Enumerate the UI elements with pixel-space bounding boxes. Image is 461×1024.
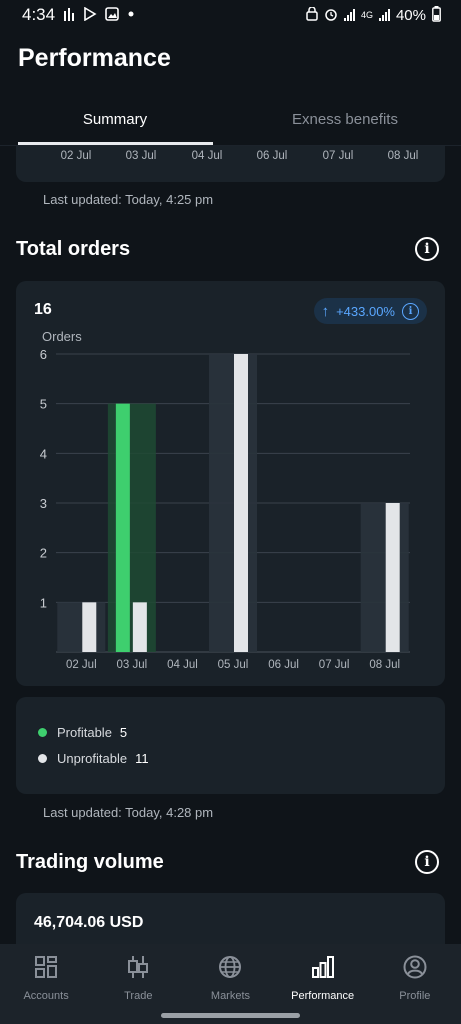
bar-background (57, 602, 106, 652)
bar-background (360, 503, 409, 652)
nav-label: Trade (124, 990, 153, 1002)
legend-dot-unprofitable (38, 754, 47, 763)
trading-volume-value: 46,704.06 USD (34, 914, 144, 931)
nav-label: Profile (399, 990, 431, 1002)
total-orders-card: Orders 1 2 3 4 5 6 02 Jul 03 Jul 04 Jul 05 Jul 06 J… (16, 281, 445, 686)
legend-item-profitable: Profitable 5 (38, 725, 127, 740)
nav-label: Performance (291, 990, 355, 1002)
tab-summary[interactable]: Summary (0, 100, 230, 146)
status-right: 4G 40% (306, 5, 441, 25)
x-tick-label: 06 Jul (268, 659, 299, 671)
notification-dot-icon (127, 7, 135, 24)
x-tick-label: 05 Jul (218, 659, 249, 671)
last-updated-orders: Last updated: Today, 4:28 pm (43, 805, 214, 820)
arrow-up-icon: ↑ (321, 302, 330, 320)
tab-bar: Summary Exness benefits (0, 100, 461, 146)
alarm-icon (324, 7, 338, 24)
status-time: 4:34 (22, 5, 56, 24)
status-bar: 4:34 4G 40% (0, 0, 461, 30)
x-tick-label: 03 Jul (117, 659, 148, 671)
home-indicator (161, 1013, 300, 1018)
signal-strength-2-icon (378, 9, 390, 21)
y-tick-label: 5 (40, 397, 47, 412)
status-left: 4:34 (22, 5, 135, 25)
bar-background (209, 354, 257, 652)
change-value: +433.00% (336, 303, 395, 319)
legend-item-unprofitable: Unprofitable 11 (38, 751, 149, 766)
battery-percent: 40% (395, 6, 426, 24)
globe-icon (219, 956, 242, 978)
legend-label: Profitable (57, 725, 112, 740)
trading-volume-info-icon[interactable]: i (415, 850, 439, 874)
y-tick-label: 2 (40, 546, 47, 561)
gallery-icon (105, 6, 119, 24)
x-tick-label: 02 Jul (66, 659, 97, 671)
orders-total: 16 (34, 301, 52, 318)
bar-unprofitable (234, 354, 248, 652)
x-tick-label: 07 Jul (319, 659, 350, 671)
y-tick-label: 6 (40, 347, 47, 362)
nav-accounts[interactable]: Accounts (0, 944, 92, 1024)
trading-volume-title: Trading volume (16, 851, 164, 873)
previous-chart-card: 02 Jul 03 Jul 04 Jul 06 Jul 07 Jul 08 Ju… (16, 146, 445, 182)
bar-profitable (115, 403, 130, 652)
axis-label: 07 Jul (322, 150, 354, 162)
signal-app-icon (63, 7, 75, 24)
network-type: 4G (360, 9, 373, 20)
total-orders-info-icon[interactable]: i (415, 237, 439, 261)
axis-label: 02 Jul (60, 150, 92, 162)
bottom-navigation: Accounts Trade Markets Performance Profi… (0, 944, 461, 1024)
nav-trade[interactable]: Trade (92, 944, 184, 1024)
legend-count: 5 (119, 725, 128, 740)
axis-label: 04 Jul (191, 150, 223, 162)
app-lock-icon (306, 5, 318, 24)
y-tick-label: 1 (40, 595, 47, 610)
last-updated-previous: Last updated: Today, 4:25 pm (43, 192, 214, 207)
bar-background (107, 403, 156, 652)
nav-profile[interactable]: Profile (369, 944, 461, 1024)
axis-label: 03 Jul (125, 150, 157, 162)
trade-icon (128, 956, 149, 978)
profile-icon (403, 955, 427, 979)
change-info-icon: i (402, 302, 419, 320)
nav-label: Markets (210, 990, 251, 1002)
axis-label: 06 Jul (256, 150, 288, 162)
performance-icon (311, 956, 334, 978)
orders-chart: Orders 1 2 3 4 5 6 02 Jul 03 Jul 04 Jul 05 Jul 06 J… (40, 329, 410, 671)
legend-label: Unprofitable (57, 751, 128, 766)
bar-unprofitable (385, 503, 400, 652)
orders-legend-card: Profitable 5 Unprofitable 11 (16, 697, 445, 794)
nav-performance[interactable]: Performance (277, 944, 369, 1024)
legend-dot-profitable (38, 728, 47, 737)
page-title: Performance (18, 44, 171, 72)
accounts-icon (35, 956, 58, 978)
nav-markets[interactable]: Markets (184, 944, 276, 1024)
play-store-icon (83, 6, 97, 24)
x-tick-label: 08 Jul (369, 659, 400, 671)
y-tick-label: 3 (40, 496, 47, 511)
bar-unprofitable (82, 602, 97, 652)
y-tick-label: 4 (40, 446, 47, 461)
x-tick-label: 04 Jul (167, 659, 198, 671)
legend-count: 11 (135, 751, 149, 766)
tab-exness-benefits[interactable]: Exness benefits (230, 100, 460, 146)
bar-unprofitable (132, 602, 147, 652)
change-badge[interactable]: ↑ +433.00% i (313, 298, 427, 324)
total-orders-title: Total orders (16, 238, 131, 260)
nav-label: Accounts (23, 990, 69, 1002)
y-axis-label: Orders (42, 329, 82, 344)
battery-icon (432, 5, 441, 25)
signal-strength-icon (343, 9, 355, 21)
tab-active-indicator (18, 142, 213, 145)
axis-label: 08 Jul (387, 150, 419, 162)
previous-chart-axis: 02 Jul 03 Jul 04 Jul 06 Jul 07 Jul 08 Ju… (16, 150, 445, 170)
